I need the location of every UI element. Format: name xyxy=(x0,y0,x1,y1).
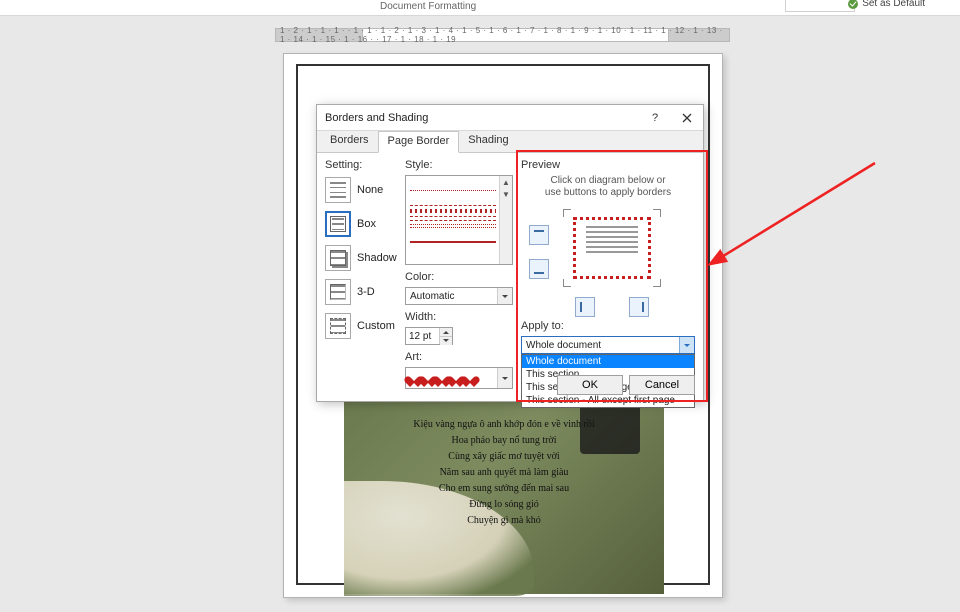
setting-none[interactable]: None xyxy=(325,175,399,205)
tab-page-border[interactable]: Page Border xyxy=(378,131,460,153)
dropdown-option[interactable]: This section - All except first page xyxy=(522,394,694,407)
poem-line: Đừng lo sóng gió xyxy=(344,497,664,513)
setting-shadow[interactable]: Shadow xyxy=(325,243,399,273)
dialog-body: Setting: None Box Shadow 3-D Custom xyxy=(317,153,703,401)
preview-area xyxy=(521,205,695,320)
style-option[interactable] xyxy=(410,209,496,213)
chevron-down-icon xyxy=(497,288,512,304)
setting-box[interactable]: Box xyxy=(325,209,399,239)
style-column: Style: ▲ ▼ Color: Automatic Width: xyxy=(405,159,513,389)
tab-borders[interactable]: Borders xyxy=(321,131,378,152)
border-left-button[interactable] xyxy=(575,297,595,317)
border-right-button[interactable] xyxy=(629,297,649,317)
setting-3d[interactable]: 3-D xyxy=(325,277,399,307)
close-icon xyxy=(682,113,692,123)
dropdown-option[interactable]: Whole document xyxy=(522,355,694,368)
color-label: Color: xyxy=(405,271,513,283)
poem-line: Cùng xây giấc mơ tuyệt vời xyxy=(344,449,664,465)
apply-to-combo[interactable]: Whole document xyxy=(521,336,695,354)
chevron-down-icon xyxy=(679,337,694,353)
preview-column: Preview Click on diagram below or use bu… xyxy=(521,159,695,408)
apply-to-label: Apply to: xyxy=(521,320,695,332)
color-value: Automatic xyxy=(410,291,454,302)
style-label: Style: xyxy=(405,159,513,171)
shadow-icon xyxy=(325,245,351,271)
set-as-default-button[interactable]: Set as Default xyxy=(848,0,925,9)
custom-icon xyxy=(325,313,351,339)
poem-image: Kiệu vàng ngựa ô anh khớp đón e về vinh … xyxy=(344,399,664,594)
ok-button[interactable]: OK xyxy=(557,375,623,395)
poem-line: Năm sau anh quyết mà làm giàu xyxy=(344,465,664,481)
borders-and-shading-dialog: Borders and Shading ? Borders Page Borde… xyxy=(316,104,704,402)
chevron-down-icon xyxy=(497,368,512,388)
dialog-tabs: Borders Page Border Shading xyxy=(317,131,703,153)
setting-none-label: None xyxy=(357,184,383,196)
setting-custom-label: Custom xyxy=(357,320,395,332)
setting-custom[interactable]: Custom xyxy=(325,311,399,341)
style-option[interactable] xyxy=(410,231,496,243)
spinner-buttons[interactable] xyxy=(439,328,452,344)
ribbon-strip: Document Formatting Set as Default xyxy=(0,0,960,16)
preview-border xyxy=(573,217,651,279)
setting-box-label: Box xyxy=(357,218,376,230)
annotation-arrow xyxy=(700,148,900,288)
art-combo[interactable] xyxy=(405,367,513,389)
preview-label: Preview xyxy=(521,159,695,171)
width-value: 12 pt xyxy=(409,331,431,342)
crop-mark-icon xyxy=(653,279,661,287)
heart-icon xyxy=(464,372,476,384)
setting-column: Setting: None Box Shadow 3-D Custom xyxy=(325,159,399,341)
3d-icon xyxy=(325,279,351,305)
poem-line: Hoa pháo bay nổ tung trời xyxy=(344,433,664,449)
cancel-button[interactable]: Cancel xyxy=(629,375,695,395)
help-button[interactable]: ? xyxy=(639,105,671,131)
border-bottom-button[interactable] xyxy=(529,259,549,279)
crop-mark-icon xyxy=(653,209,661,217)
ribbon-group-label: Document Formatting xyxy=(380,1,476,12)
ruler-text: 1 · 2 · 1 · 1 · 1 · · 1 · 1 · 1 · 2 · 1 … xyxy=(280,26,729,44)
scroll-up-icon[interactable]: ▲ xyxy=(500,176,512,188)
poem-line: Cho em sung sướng đến mai sau xyxy=(344,481,664,497)
set-default-label: Set as Default xyxy=(862,0,925,9)
setting-shadow-label: Shadow xyxy=(357,252,397,264)
setting-label: Setting: xyxy=(325,159,399,171)
style-option[interactable] xyxy=(410,194,496,206)
crop-mark-icon xyxy=(563,279,571,287)
poem-line: Kiệu vàng ngựa ô anh khớp đón e về vinh … xyxy=(344,417,664,433)
none-icon xyxy=(325,177,351,203)
setting-3d-label: 3-D xyxy=(357,286,375,298)
poem-text-block: Kiệu vàng ngựa ô anh khớp đón e về vinh … xyxy=(344,417,664,529)
poem-line: Chuyện gì mà khó xyxy=(344,513,664,529)
check-icon xyxy=(848,0,858,9)
horizontal-ruler[interactable]: 1 · 2 · 1 · 1 · 1 · · 1 · 1 · 1 · 2 · 1 … xyxy=(275,28,730,42)
style-option[interactable] xyxy=(410,179,496,191)
dialog-buttons: OK Cancel xyxy=(557,375,695,395)
tab-shading[interactable]: Shading xyxy=(459,131,517,152)
box-icon xyxy=(325,211,351,237)
color-combo[interactable]: Automatic xyxy=(405,287,513,305)
scroll-down-icon[interactable]: ▼ xyxy=(500,188,512,200)
style-option[interactable] xyxy=(410,224,496,228)
close-button[interactable] xyxy=(671,105,703,131)
border-top-button[interactable] xyxy=(529,225,549,245)
dialog-title: Borders and Shading xyxy=(325,112,428,124)
style-scrollbar[interactable]: ▲ ▼ xyxy=(499,176,512,264)
width-label: Width: xyxy=(405,311,513,323)
art-label: Art: xyxy=(405,351,513,363)
ribbon-gallery-placeholder xyxy=(785,0,855,12)
style-option[interactable] xyxy=(410,216,496,221)
crop-mark-icon xyxy=(563,209,571,217)
dialog-titlebar: Borders and Shading ? xyxy=(317,105,703,131)
preview-hint: Click on diagram below or use buttons to… xyxy=(521,175,695,199)
width-spinner[interactable]: 12 pt xyxy=(405,327,453,345)
preview-document[interactable] xyxy=(573,217,651,279)
apply-to-value: Whole document xyxy=(526,340,601,351)
style-listbox[interactable]: ▲ ▼ xyxy=(405,175,513,265)
